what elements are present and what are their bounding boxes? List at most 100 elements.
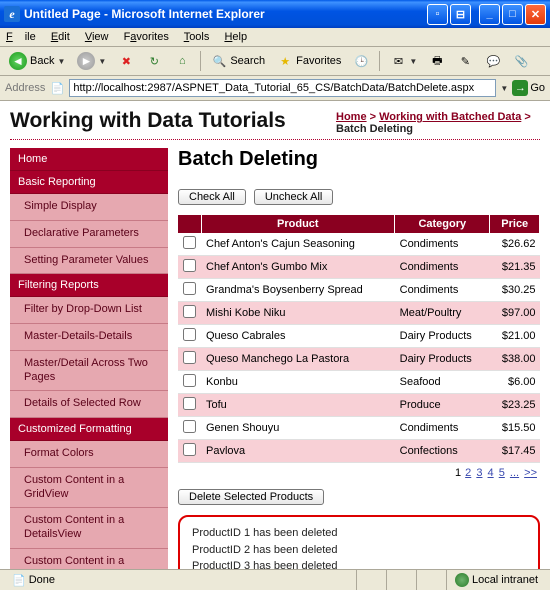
cell-category: Produce xyxy=(395,394,490,417)
cell-product: Chef Anton's Cajun Seasoning xyxy=(201,233,395,256)
mail-button[interactable]: ✉▼ xyxy=(386,51,421,71)
nav-master-details[interactable]: Master-Details-Details xyxy=(10,324,168,351)
minimize-button[interactable]: _ xyxy=(479,4,500,25)
nav-customized-formatting[interactable]: Customized Formatting xyxy=(10,418,168,441)
col-product: Product xyxy=(201,215,395,233)
forward-button[interactable]: ►▼ xyxy=(73,50,110,72)
row-checkbox[interactable] xyxy=(183,328,196,341)
separator xyxy=(379,51,380,71)
pager-3[interactable]: 3 xyxy=(476,467,482,479)
address-input[interactable] xyxy=(69,79,496,97)
pager-dots[interactable]: ... xyxy=(510,467,519,479)
nav-filtering-reports[interactable]: Filtering Reports xyxy=(10,274,168,297)
favorites-label: Favorites xyxy=(296,55,341,67)
research-icon: 📎 xyxy=(513,53,529,69)
row-checkbox[interactable] xyxy=(183,282,196,295)
address-dropdown[interactable]: ▼ xyxy=(500,84,508,93)
cell-price: $23.25 xyxy=(490,394,540,417)
cell-product: Tofu xyxy=(201,394,395,417)
go-label: Go xyxy=(530,82,545,94)
maximize-button[interactable]: □ xyxy=(502,4,523,25)
cell-product: Genen Shouyu xyxy=(201,417,395,440)
row-checkbox[interactable] xyxy=(183,305,196,318)
stop-button[interactable]: ✖ xyxy=(114,51,138,71)
cell-price: $17.45 xyxy=(490,440,540,463)
menu-edit[interactable]: Edit xyxy=(51,31,70,43)
main: Batch Deleting Check All Uncheck All Pro… xyxy=(178,148,540,569)
status-text: Done xyxy=(29,574,55,586)
row-checkbox[interactable] xyxy=(183,351,196,364)
close-button[interactable]: ✕ xyxy=(525,4,546,25)
back-button[interactable]: ◄Back ▼ xyxy=(5,50,69,72)
crumb-home[interactable]: Home xyxy=(336,111,367,123)
nav-custom-gridview[interactable]: Custom Content in a GridView xyxy=(10,468,168,509)
favorites-button[interactable]: ★Favorites xyxy=(273,51,345,71)
nav-format-colors[interactable]: Format Colors xyxy=(10,441,168,468)
page-heading: Batch Deleting xyxy=(178,148,540,171)
row-checkbox[interactable] xyxy=(183,397,196,410)
discuss-icon: 💬 xyxy=(485,53,501,69)
nav-filter-dropdown[interactable]: Filter by Drop-Down List xyxy=(10,297,168,324)
cell-product: Chef Anton's Gumbo Mix xyxy=(201,256,395,279)
nav-details-selected[interactable]: Details of Selected Row xyxy=(10,391,168,418)
menu-view[interactable]: View xyxy=(85,31,109,43)
row-checkbox[interactable] xyxy=(183,259,196,272)
history-button[interactable]: 🕒 xyxy=(349,51,373,71)
nav-setting-parameter[interactable]: Setting Parameter Values xyxy=(10,248,168,275)
col-check xyxy=(178,215,201,233)
cell-category: Dairy Products xyxy=(395,325,490,348)
pager-4[interactable]: 4 xyxy=(488,467,494,479)
row-checkbox[interactable] xyxy=(183,236,196,249)
crumb-current: Batch Deleting xyxy=(336,123,413,135)
menu-favorites[interactable]: Favorites xyxy=(124,31,169,43)
pager-2[interactable]: 2 xyxy=(465,467,471,479)
nav-simple-display[interactable]: Simple Display xyxy=(10,194,168,221)
refresh-button[interactable]: ↻ xyxy=(142,51,166,71)
edit-button[interactable]: ✎ xyxy=(453,51,477,71)
pager-next[interactable]: >> xyxy=(524,467,537,479)
print-button[interactable]: 🖶 xyxy=(425,51,449,71)
nav-declarative-parameters[interactable]: Declarative Parameters xyxy=(10,221,168,248)
check-all-button[interactable]: Check All xyxy=(178,189,246,205)
table-row: Mishi Kobe NikuMeat/Poultry$97.00 xyxy=(178,302,540,325)
aux-button-2[interactable]: ⊟ xyxy=(450,4,471,25)
window-titlebar: e Untitled Page - Microsoft Internet Exp… xyxy=(0,0,550,28)
table-row: TofuProduce$23.25 xyxy=(178,394,540,417)
cell-category: Seafood xyxy=(395,371,490,394)
crumb-section[interactable]: Working with Batched Data xyxy=(379,111,521,123)
address-label: Address xyxy=(5,82,45,94)
row-checkbox[interactable] xyxy=(183,443,196,456)
page-icon: 📄 xyxy=(49,80,65,96)
row-checkbox[interactable] xyxy=(183,374,196,387)
divider xyxy=(10,139,540,140)
uncheck-all-button[interactable]: Uncheck All xyxy=(254,189,333,205)
cell-category: Condiments xyxy=(395,256,490,279)
pager-5[interactable]: 5 xyxy=(499,467,505,479)
search-button[interactable]: 🔍Search xyxy=(207,51,269,71)
result-messages: ProductID 1 has been deletedProductID 2 … xyxy=(178,515,540,569)
nav-custom-partial[interactable]: Custom Content in a xyxy=(10,549,168,569)
nav-basic-reporting[interactable]: Basic Reporting xyxy=(10,171,168,194)
address-bar: Address 📄 ▼ →Go xyxy=(0,76,550,101)
row-checkbox[interactable] xyxy=(183,420,196,433)
back-icon: ◄ xyxy=(9,52,27,70)
home-button[interactable]: ⌂ xyxy=(170,51,194,71)
go-button[interactable]: →Go xyxy=(512,80,545,96)
table-row: PavlovaConfections$17.45 xyxy=(178,440,540,463)
nav-custom-detailsview[interactable]: Custom Content in a DetailsView xyxy=(10,508,168,549)
result-message: ProductID 3 has been deleted xyxy=(192,558,526,569)
cell-product: Queso Manchego La Pastora xyxy=(201,348,395,371)
nav-master-two-pages[interactable]: Master/Detail Across Two Pages xyxy=(10,351,168,392)
cell-product: Pavlova xyxy=(201,440,395,463)
delete-selected-button[interactable]: Delete Selected Products xyxy=(178,489,324,505)
menu-file[interactable]: File xyxy=(6,31,36,43)
menu-help[interactable]: Help xyxy=(224,31,247,43)
nav-home[interactable]: Home xyxy=(10,148,168,171)
breadcrumb: Home > Working with Batched Data > Batch… xyxy=(336,111,536,135)
search-label: Search xyxy=(230,55,265,67)
table-row: Chef Anton's Gumbo MixCondiments$21.35 xyxy=(178,256,540,279)
discuss-button[interactable]: 💬 xyxy=(481,51,505,71)
research-button[interactable]: 📎 xyxy=(509,51,533,71)
aux-button-1[interactable]: ▫ xyxy=(427,4,448,25)
menu-tools[interactable]: Tools xyxy=(184,31,210,43)
